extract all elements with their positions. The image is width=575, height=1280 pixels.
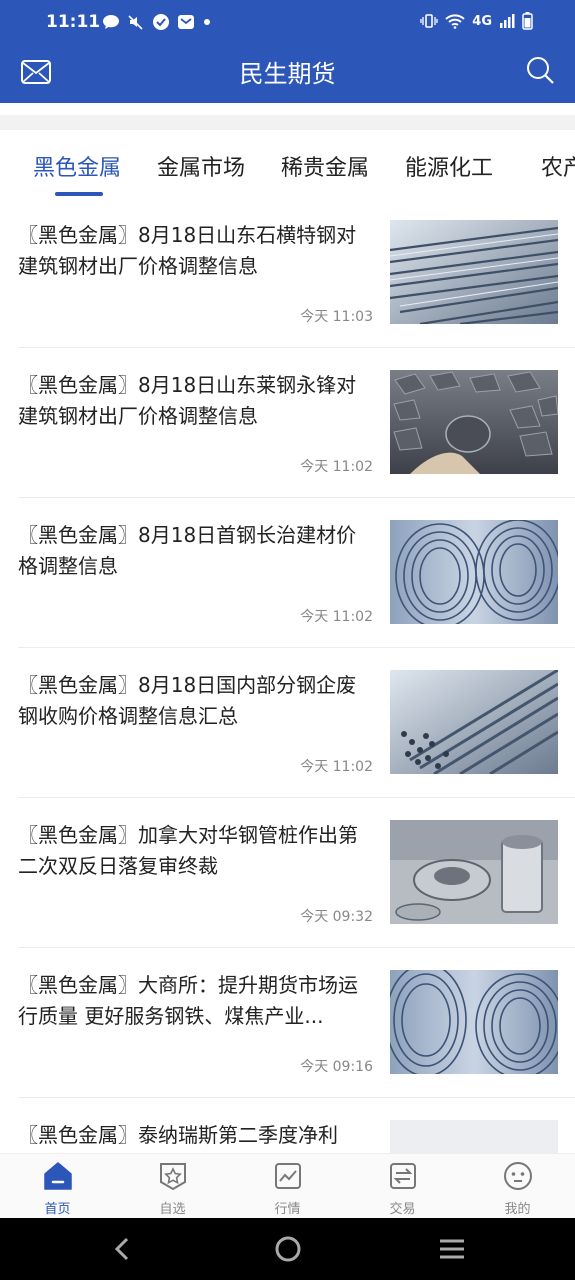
signal-icon: [500, 14, 515, 28]
mute-icon: [128, 15, 143, 30]
tab-energy-chemicals[interactable]: 能源化工: [405, 150, 493, 182]
home-icon: [44, 1162, 72, 1190]
nav-trade[interactable]: 交易: [345, 1154, 460, 1219]
news-thumbnail: [390, 220, 558, 324]
network-type: 4G: [472, 13, 492, 29]
message-icon: [103, 15, 119, 29]
back-icon[interactable]: [112, 1236, 132, 1262]
nav-watchlist[interactable]: 自选: [115, 1154, 230, 1219]
news-time: 今天 11:03: [300, 309, 373, 325]
battery-icon: [522, 12, 533, 30]
wifi-icon: [445, 14, 465, 29]
status-bar: 11:11 4G: [0, 0, 575, 46]
chart-icon: [275, 1163, 301, 1189]
app-title: 民生期货: [239, 60, 336, 88]
news-item[interactable]: 〖黑色金属〗8月18日山东石横特钢对建筑钢材出厂价格调整信息 今天 11:03: [18, 198, 575, 348]
recents-icon[interactable]: [438, 1237, 466, 1261]
app-bar: 民生期货: [0, 46, 575, 103]
nav-trade-label: 交易: [389, 1202, 416, 1217]
tab-precious-metals[interactable]: 稀贵金属: [281, 150, 369, 182]
vibrate-icon: [420, 14, 438, 28]
tab-agriculture[interactable]: 农产: [541, 150, 575, 182]
nav-home-label: 首页: [44, 1202, 71, 1217]
news-list: 〖黑色金属〗8月18日山东石横特钢对建筑钢材出厂价格调整信息 今天 11:03 …: [0, 198, 575, 1153]
news-time: 今天 11:02: [300, 459, 373, 475]
bottom-nav: 首页 自选 行情 交易 我的: [0, 1153, 575, 1218]
news-headline: 〖黑色金属〗8月18日国内部分钢企废钢收购价格调整信息汇总: [18, 673, 357, 728]
section-divider: [0, 115, 575, 130]
news-time: 今天 09:16: [300, 1059, 373, 1075]
nav-watchlist-label: 自选: [159, 1202, 186, 1217]
nav-home[interactable]: 首页: [0, 1154, 115, 1219]
news-headline: 〖黑色金属〗加拿大对华钢管桩作出第二次双反日落复审终裁: [18, 823, 358, 878]
news-time: 今天 09:32: [300, 909, 373, 925]
news-item[interactable]: 〖黑色金属〗8月18日国内部分钢企废钢收购价格调整信息汇总 今天 11:02: [18, 648, 575, 798]
status-time: 11:11: [46, 12, 101, 32]
news-headline: 〖黑色金属〗泰纳瑞斯第二季度净利: [18, 1123, 338, 1147]
nav-market[interactable]: 行情: [230, 1154, 345, 1219]
tab-metal-market[interactable]: 金属市场: [157, 150, 245, 182]
home-circle-icon[interactable]: [274, 1235, 302, 1263]
nav-profile[interactable]: 我的: [460, 1154, 575, 1219]
news-time: 今天 11:02: [300, 759, 373, 775]
news-thumbnail: [390, 670, 558, 774]
star-badge-icon: [160, 1163, 186, 1191]
mail-icon: [178, 15, 194, 29]
news-item[interactable]: 〖黑色金属〗加拿大对华钢管桩作出第二次双反日落复审终裁 今天 09:32: [18, 798, 575, 948]
news-thumbnail: [390, 370, 558, 474]
news-thumbnail: [390, 820, 558, 924]
news-item[interactable]: 〖黑色金属〗8月18日首钢长治建材价格调整信息 今天 11:02: [18, 498, 575, 648]
news-thumbnail: [390, 970, 558, 1074]
news-thumbnail: [390, 1120, 558, 1153]
news-time: 今天 11:02: [300, 609, 373, 625]
search-icon[interactable]: [525, 55, 555, 85]
news-thumbnail: [390, 520, 558, 624]
category-tabs: 黑色金属 金属市场 稀贵金属 能源化工 农产: [0, 130, 575, 198]
active-tab-indicator: [55, 192, 103, 196]
news-headline: 〖黑色金属〗8月18日首钢长治建材价格调整信息: [18, 523, 357, 578]
news-item[interactable]: 〖黑色金属〗8月18日山东莱钢永锋对建筑钢材出厂价格调整信息 今天 11:02: [18, 348, 575, 498]
news-headline: 〖黑色金属〗8月18日山东石横特钢对建筑钢材出厂价格调整信息: [18, 223, 357, 278]
nav-market-label: 行情: [274, 1202, 301, 1217]
tab-black-metals[interactable]: 黑色金属: [33, 150, 121, 182]
nav-profile-label: 我的: [504, 1202, 531, 1217]
notification-icons: [102, 13, 212, 31]
news-headline: 〖黑色金属〗8月18日山东莱钢永锋对建筑钢材出厂价格调整信息: [18, 373, 357, 428]
profile-face-icon: [504, 1162, 532, 1190]
dot-icon: [204, 19, 210, 25]
news-headline: 〖黑色金属〗大商所：提升期货市场运行质量 更好服务钢铁、煤焦产业...: [18, 973, 358, 1028]
exchange-icon: [390, 1163, 416, 1189]
news-item[interactable]: 〖黑色金属〗泰纳瑞斯第二季度净利: [18, 1098, 575, 1153]
news-item[interactable]: 〖黑色金属〗大商所：提升期货市场运行质量 更好服务钢铁、煤焦产业... 今天 0…: [18, 948, 575, 1098]
check-icon: [153, 14, 169, 30]
header-spacer: [0, 103, 575, 115]
system-nav-bar: [0, 1218, 575, 1280]
system-icons: 4G: [420, 12, 533, 30]
